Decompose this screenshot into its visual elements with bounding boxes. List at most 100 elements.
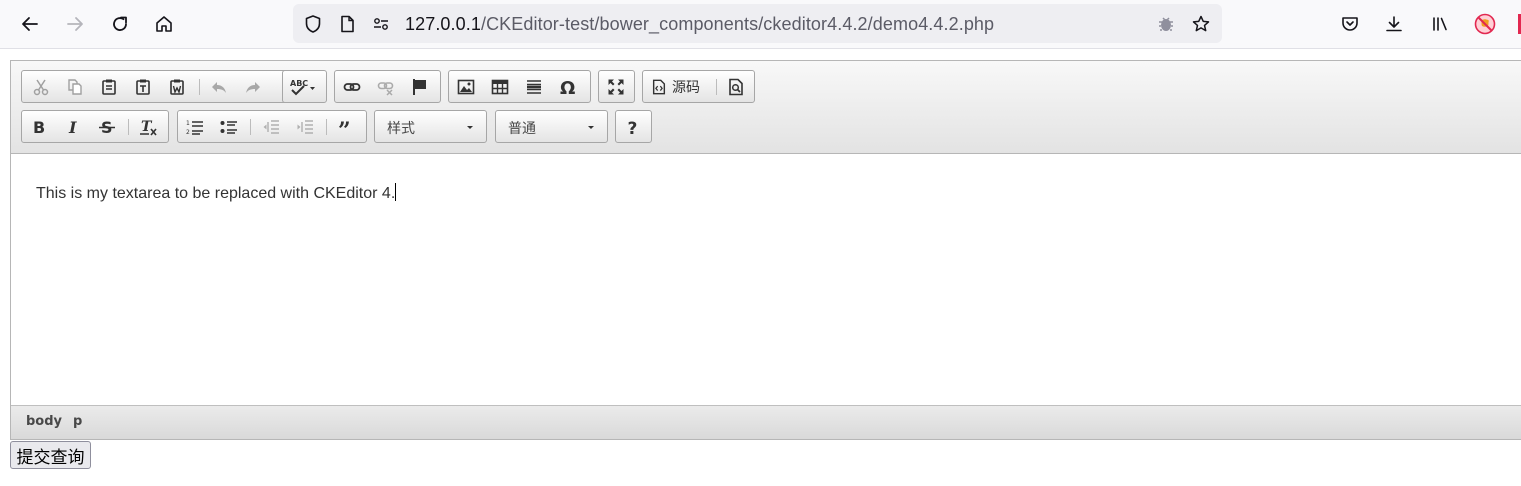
source-button[interactable]: 源码: [647, 71, 711, 102]
svg-text:1: 1: [186, 120, 190, 127]
url-path: /CKEditor-test/bower_components/ckeditor…: [480, 14, 995, 34]
editor-paragraph: This is my textarea to be replaced with …: [36, 185, 396, 202]
blockquote-icon: ”: [338, 118, 351, 136]
cut-button[interactable]: [26, 71, 56, 102]
indent-button[interactable]: [290, 111, 320, 142]
image-icon: [457, 79, 475, 94]
bug-icon[interactable]: [1156, 14, 1176, 34]
url-bar[interactable]: 127.0.0.1/CKEditor-test/bower_components…: [293, 4, 1222, 43]
home-button[interactable]: [149, 9, 179, 39]
chevron-down-icon: [588, 126, 594, 129]
url-host: 127.0.0.1: [405, 14, 481, 34]
bookmark-star-icon[interactable]: [1191, 14, 1211, 34]
omega-icon: Ω: [560, 78, 575, 96]
flag-icon: [413, 78, 426, 95]
cut-icon: [33, 79, 49, 95]
bulleted-list-button[interactable]: [214, 111, 244, 142]
pocket-icon[interactable]: [1338, 12, 1362, 36]
maximize-group: [598, 70, 635, 103]
table-button[interactable]: [485, 71, 515, 102]
strike-button[interactable]: S: [92, 111, 122, 142]
styles-combo-label: 样式: [387, 121, 415, 137]
shield-icon[interactable]: [303, 14, 323, 34]
bulleted-list-icon: [220, 120, 237, 134]
outdent-button[interactable]: [256, 111, 286, 142]
svg-text:”: ”: [338, 118, 351, 136]
unlink-icon: [377, 81, 394, 96]
svg-text:ABC: ABC: [290, 79, 308, 88]
about-button[interactable]: ?: [618, 111, 648, 142]
submit-button[interactable]: 提交查询: [10, 441, 91, 469]
anchor-button[interactable]: [405, 71, 435, 102]
unlink-button[interactable]: [371, 71, 401, 102]
copy-icon: [68, 78, 82, 95]
remove-format-button[interactable]: T: [134, 111, 164, 142]
chevron-down-icon: [467, 126, 473, 129]
horizontal-rule-button[interactable]: [519, 71, 549, 102]
forward-button[interactable]: [60, 9, 90, 39]
undo-button[interactable]: [204, 71, 234, 102]
redo-button[interactable]: [238, 71, 268, 102]
paste-button[interactable]: [94, 71, 124, 102]
editor-content[interactable]: This is my textarea to be replaced with …: [11, 154, 1521, 405]
source-label: 源码: [672, 79, 700, 96]
path-item-p[interactable]: p: [73, 414, 82, 429]
svg-text:?: ?: [628, 119, 638, 136]
table-icon: [491, 79, 509, 94]
reload-button[interactable]: [105, 9, 135, 39]
editor-text[interactable]: This is my textarea to be replaced with …: [36, 183, 397, 203]
horizontal-rule-icon: [527, 79, 541, 94]
indent-icon: [297, 119, 313, 134]
image-button[interactable]: [451, 71, 481, 102]
source-group: 源码: [642, 70, 755, 103]
basicstyles-group: B I S T: [21, 110, 169, 143]
spellcheck-icon: ABC: [290, 79, 315, 95]
undo-icon: [212, 81, 226, 93]
preview-icon: [729, 78, 743, 95]
paste-icon: [102, 79, 116, 95]
spellcheck-group: ABC: [282, 70, 327, 103]
link-group: [334, 70, 441, 103]
path-item-body[interactable]: body: [26, 414, 62, 429]
bold-button[interactable]: B: [24, 111, 54, 142]
svg-text:T: T: [141, 119, 153, 135]
paragraph-group: 12 ”: [177, 110, 367, 143]
page-icon[interactable]: [337, 14, 357, 34]
reload-icon: [113, 16, 127, 31]
blockquote-button[interactable]: ”: [332, 111, 362, 142]
link-icon: [343, 82, 361, 91]
permissions-icon[interactable]: [371, 14, 391, 34]
download-icon[interactable]: [1382, 12, 1406, 36]
library-icon[interactable]: [1428, 12, 1452, 36]
styles-combo[interactable]: 样式: [374, 110, 487, 143]
browser-toolbar: 127.0.0.1/CKEditor-test/bower_components…: [0, 0, 1521, 49]
ckeditor: ABC Ω 源码 B I S T 1 2 ” 样式 普通 ? This is m…: [10, 60, 1521, 440]
italic-icon: I: [68, 118, 77, 136]
format-combo-label: 普通: [508, 121, 536, 137]
source-icon: [652, 79, 666, 94]
back-button[interactable]: [15, 9, 45, 39]
preview-button[interactable]: [721, 71, 751, 102]
url-text[interactable]: 127.0.0.1/CKEditor-test/bower_components…: [405, 14, 994, 34]
italic-button[interactable]: I: [58, 111, 88, 142]
spellcheck-button[interactable]: ABC: [286, 71, 322, 102]
extension-blocked-icon[interactable]: [1473, 12, 1497, 36]
text-caret: [395, 183, 397, 201]
special-char-button[interactable]: Ω: [553, 71, 583, 102]
numbered-list-icon: 12: [186, 120, 203, 136]
strikethrough-icon: S: [99, 118, 115, 136]
about-group: ?: [615, 110, 652, 143]
link-button[interactable]: [337, 71, 367, 102]
home-icon: [156, 16, 172, 32]
arrow-right-icon: [67, 17, 83, 31]
copy-button[interactable]: [60, 71, 90, 102]
paste-word-icon: [170, 79, 184, 95]
format-combo[interactable]: 普通: [495, 110, 608, 143]
paste-from-word-button[interactable]: [162, 71, 192, 102]
help-icon: ?: [628, 119, 638, 136]
paste-text-button[interactable]: [128, 71, 158, 102]
toolbar-separator: [326, 119, 327, 135]
maximize-button[interactable]: [601, 71, 631, 102]
numbered-list-button[interactable]: 12: [180, 111, 210, 142]
outdent-icon: [263, 119, 279, 134]
